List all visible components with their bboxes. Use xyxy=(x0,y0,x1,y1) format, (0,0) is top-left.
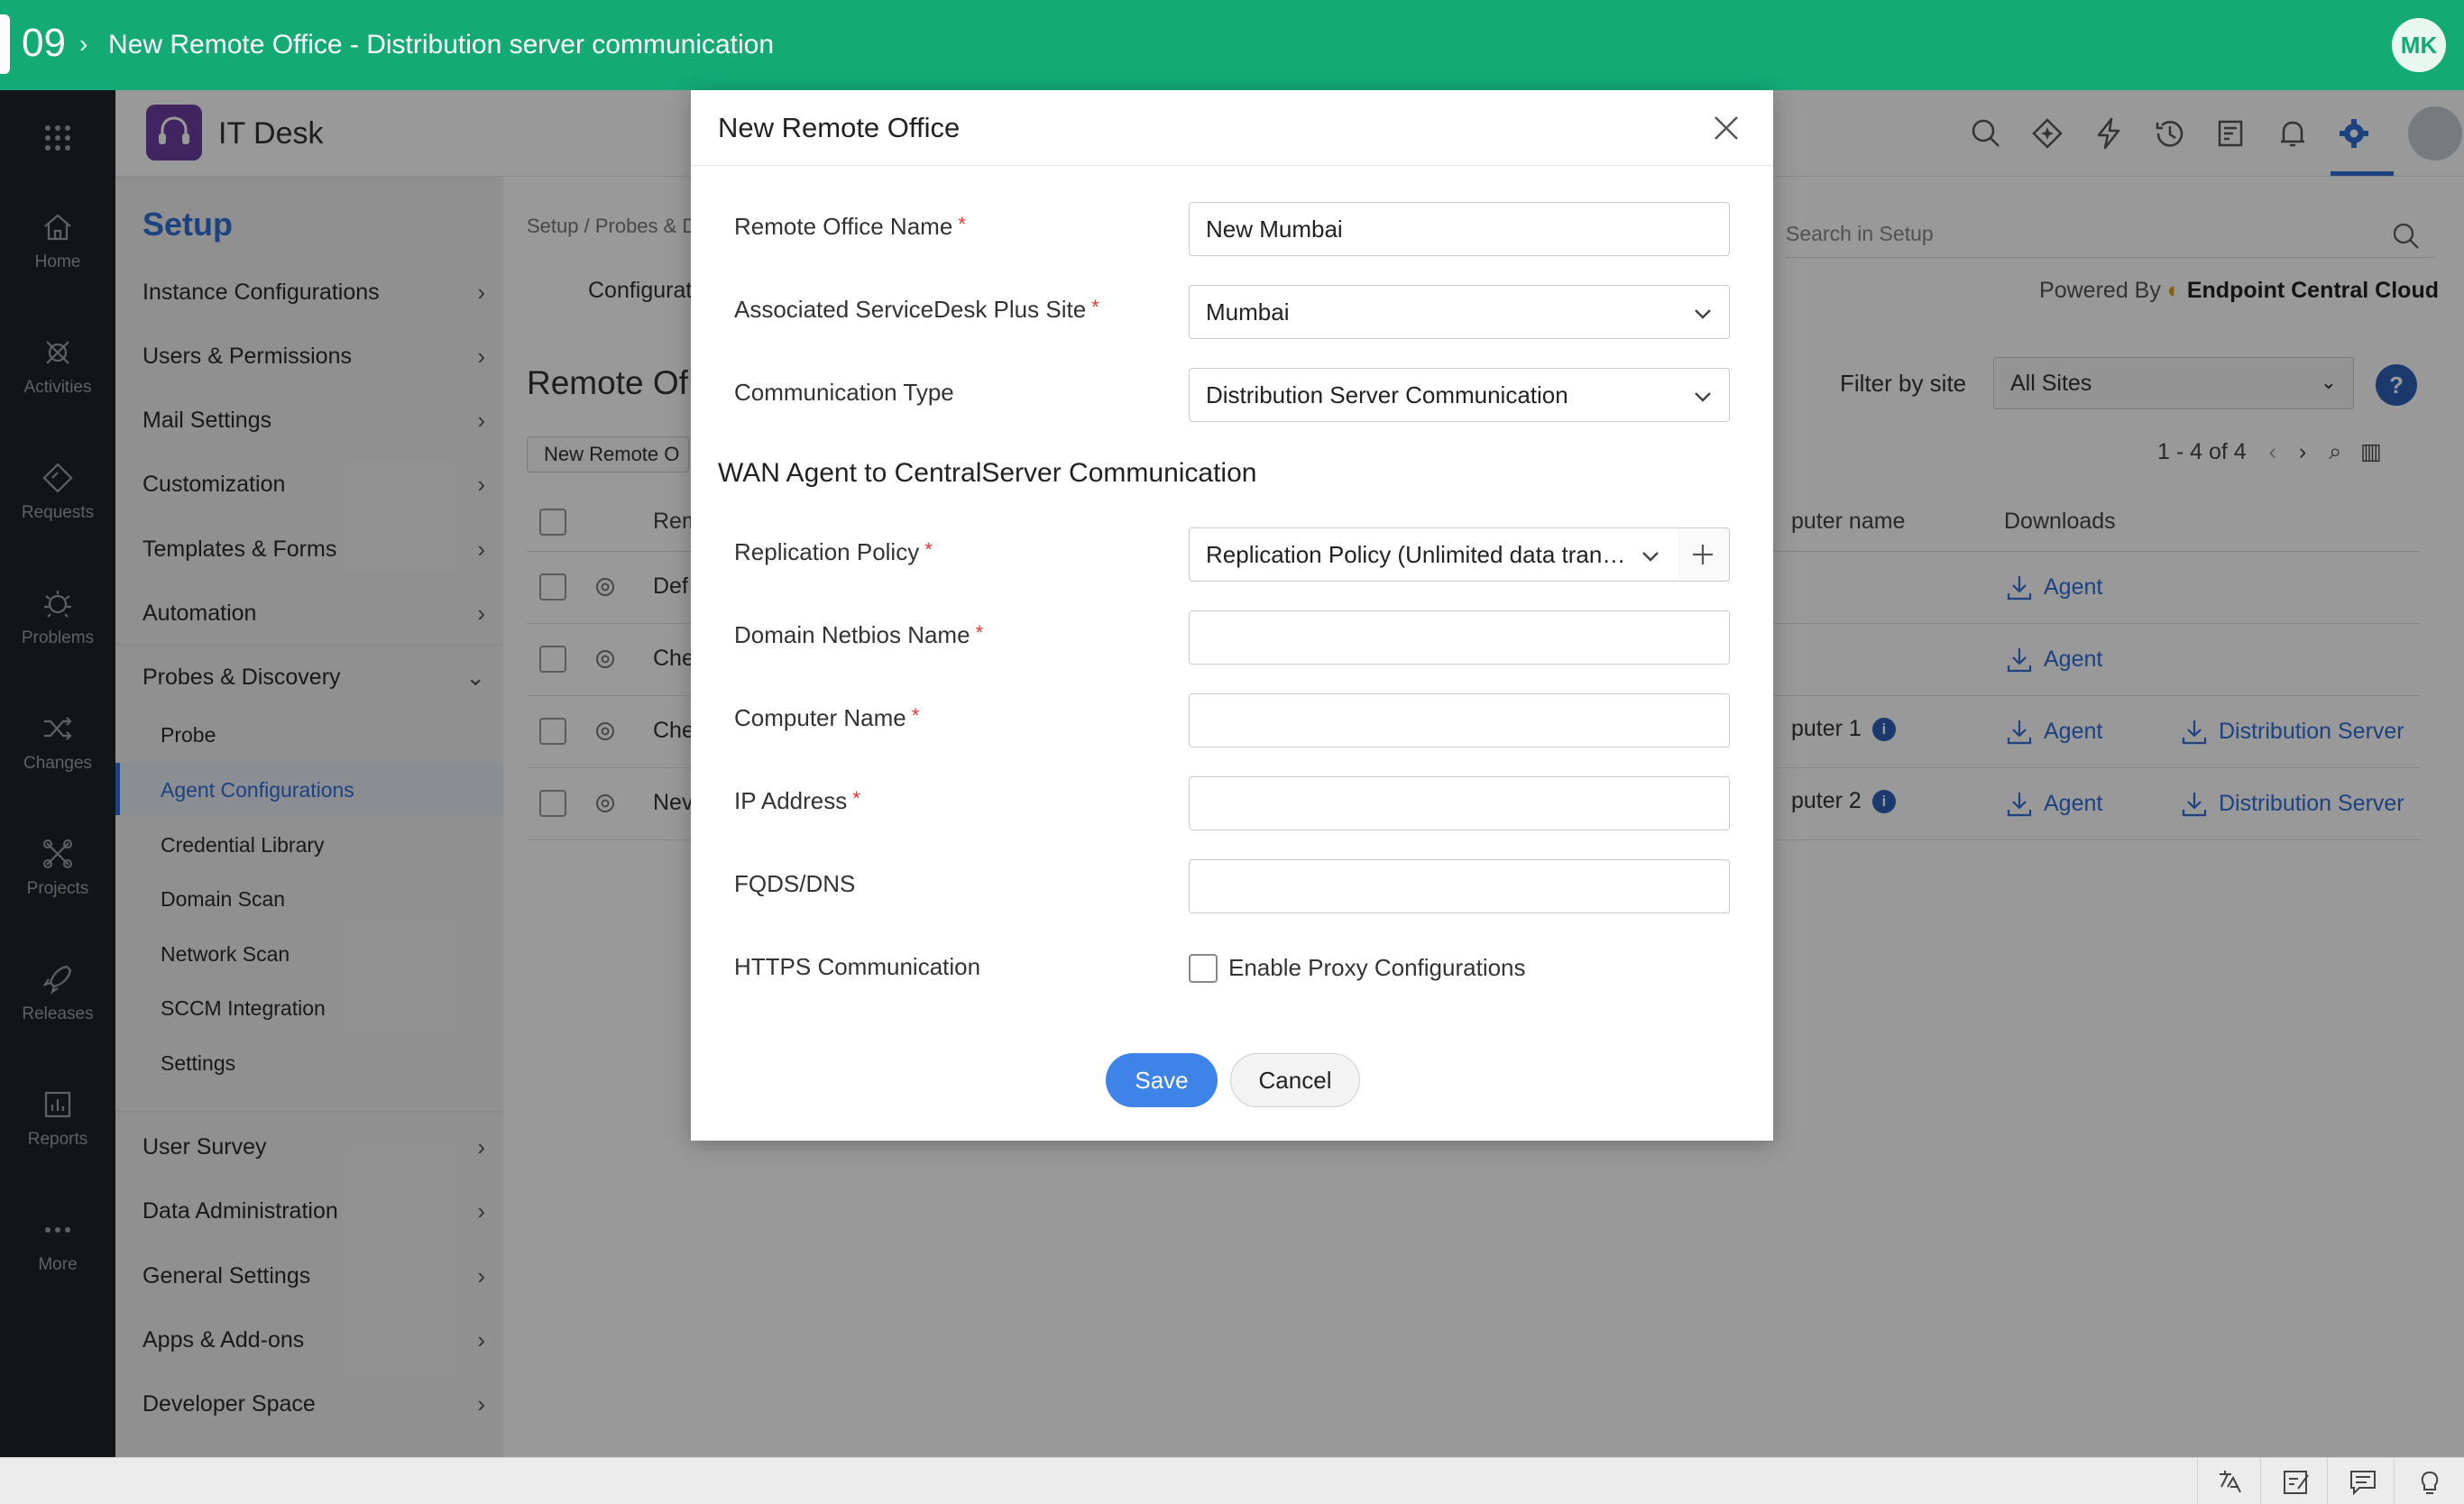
remote-office-name-label: Remote Office Name * xyxy=(734,213,966,241)
divider xyxy=(2197,1458,2198,1504)
lightbulb-icon[interactable] xyxy=(2413,1465,2446,1498)
field-label: Computer Name xyxy=(734,704,906,731)
communication-type-select[interactable]: Distribution Server Communication xyxy=(1189,368,1730,422)
enable-proxy-label[interactable]: Enable Proxy Configurations xyxy=(1228,954,1526,982)
dialog-header: New Remote Office xyxy=(691,90,1773,166)
step-marker xyxy=(0,14,10,74)
field-label: Replication Policy xyxy=(734,538,920,565)
remote-office-name-input[interactable]: New Mumbai xyxy=(1189,202,1730,256)
required-mark: * xyxy=(911,704,920,727)
enable-proxy-checkbox[interactable] xyxy=(1189,954,1218,983)
site-select[interactable]: Mumbai xyxy=(1189,285,1730,339)
save-button[interactable]: Save xyxy=(1106,1053,1218,1107)
user-avatar[interactable]: MK xyxy=(2392,18,2446,72)
required-mark: * xyxy=(958,213,966,235)
plus-icon xyxy=(1693,545,1713,564)
banner-title: New Remote Office - Distribution server … xyxy=(108,30,775,60)
chat-icon[interactable] xyxy=(2347,1465,2379,1498)
replication-policy-select[interactable]: Replication Policy (Unlimited data trans… xyxy=(1189,527,1678,582)
fqdn-label: FQDS/DNS xyxy=(734,870,855,898)
domain-netbios-label: Domain Netbios Name * xyxy=(734,621,983,649)
communication-type-value: Distribution Server Communication xyxy=(1206,381,1568,408)
computer-name-input[interactable] xyxy=(1189,693,1730,747)
step-number: 09 xyxy=(22,21,66,65)
cancel-button[interactable]: Cancel xyxy=(1230,1053,1360,1107)
section-title: WAN Agent to CentralServer Communication xyxy=(718,458,1257,488)
chevron-right-icon: › xyxy=(79,30,88,58)
ip-address-label: IP Address * xyxy=(734,787,860,815)
dialog-title: New Remote Office xyxy=(718,112,961,143)
fqdn-input[interactable] xyxy=(1189,859,1730,913)
replication-policy-label: Replication Policy * xyxy=(734,538,933,566)
required-mark: * xyxy=(924,538,933,561)
required-mark: * xyxy=(975,621,984,644)
divider xyxy=(2394,1458,2395,1504)
replication-policy-value: Replication Policy (Unlimited data trans… xyxy=(1206,541,1641,568)
field-label: Remote Office Name xyxy=(734,213,953,240)
top-banner: 09 › New Remote Office - Distribution se… xyxy=(0,0,2464,90)
field-label: IP Address xyxy=(734,787,848,814)
field-label: Associated ServiceDesk Plus Site xyxy=(734,296,1087,323)
site-value: Mumbai xyxy=(1206,298,1290,326)
new-remote-office-dialog: New Remote Office Remote Office Name * Ne… xyxy=(691,90,1773,1141)
computer-name-label: Computer Name * xyxy=(734,704,919,732)
required-mark: * xyxy=(1091,296,1099,318)
bottom-toolbar xyxy=(0,1457,2464,1504)
close-icon[interactable] xyxy=(1705,106,1748,150)
chevron-down-icon xyxy=(1695,309,1711,319)
domain-netbios-input[interactable] xyxy=(1189,610,1730,665)
communication-type-label: Communication Type xyxy=(734,379,954,407)
field-label: FQDS/DNS xyxy=(734,870,856,897)
translate-icon[interactable] xyxy=(2215,1465,2248,1498)
compose-icon[interactable] xyxy=(2280,1465,2312,1498)
chevron-down-icon xyxy=(1642,552,1659,562)
required-mark: * xyxy=(852,787,860,810)
divider xyxy=(2327,1458,2328,1504)
ip-address-input[interactable] xyxy=(1189,776,1730,830)
field-label: Communication Type xyxy=(734,379,954,406)
field-label: HTTPS Communication xyxy=(734,953,981,980)
chevron-down-icon xyxy=(1695,392,1711,402)
divider xyxy=(2260,1458,2261,1504)
field-label: Domain Netbios Name xyxy=(734,621,970,648)
add-replication-policy-button[interactable] xyxy=(1677,527,1730,582)
site-label: Associated ServiceDesk Plus Site * xyxy=(734,296,1099,324)
https-communication-label: HTTPS Communication xyxy=(734,953,980,981)
